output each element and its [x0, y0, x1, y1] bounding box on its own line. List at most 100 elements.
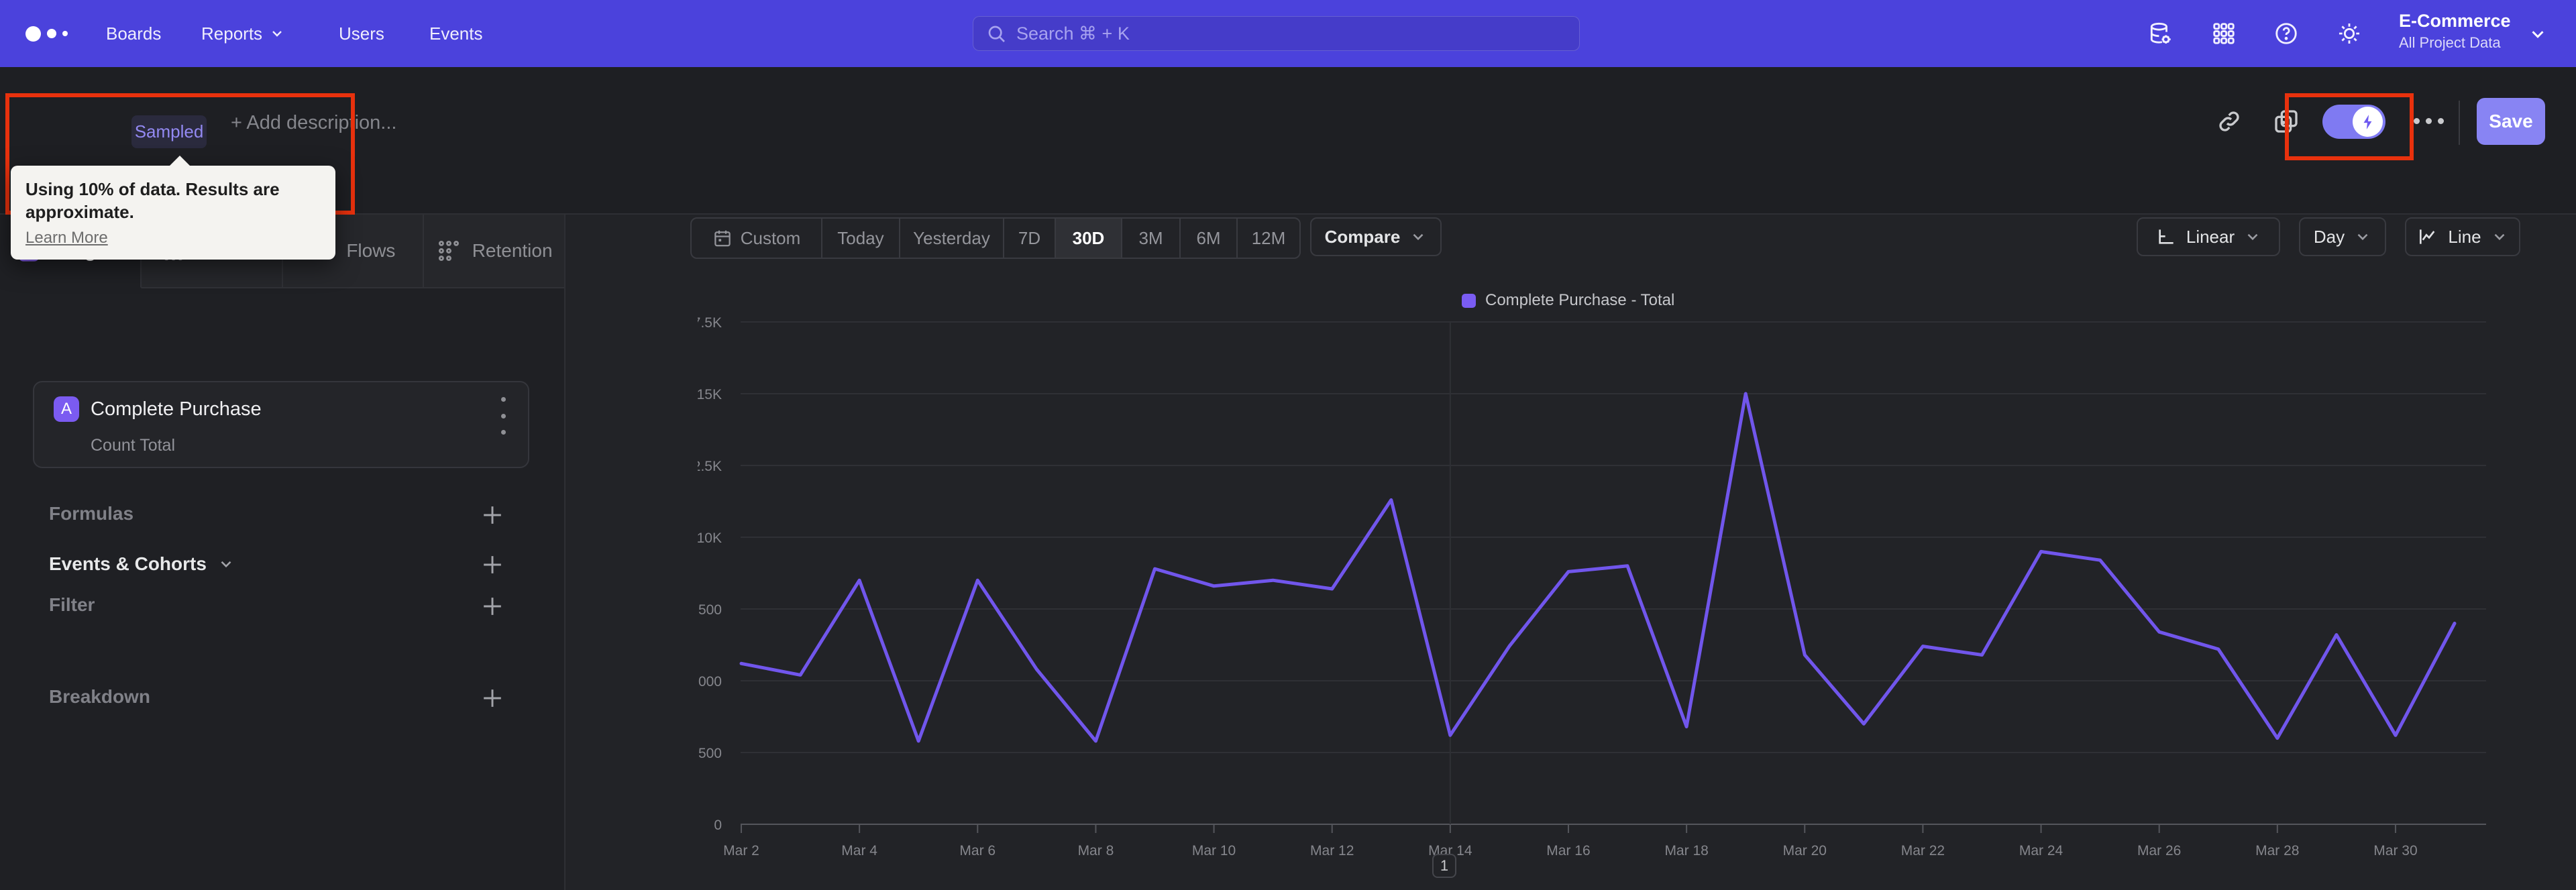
legend-label: Complete Purchase - Total: [1485, 291, 1675, 309]
chart-legend[interactable]: Complete Purchase - Total: [1462, 291, 1674, 310]
data-management-icon[interactable]: [2147, 21, 2173, 46]
event-kebab-menu[interactable]: [500, 397, 506, 435]
add-formulas-button[interactable]: [478, 500, 507, 530]
x-axis-label: Mar 18: [1664, 843, 1708, 858]
event-letter-badge: A: [54, 396, 79, 422]
line-chart-icon: [2417, 226, 2438, 247]
axis-scale-icon: [2155, 226, 2177, 247]
calendar-icon: [712, 228, 733, 248]
add-description-field[interactable]: + Add description...: [231, 112, 396, 134]
scale-label: Linear: [2186, 226, 2235, 247]
x-axis-label: Mar 6: [959, 843, 996, 858]
nav-item-reports[interactable]: Reports: [201, 0, 285, 67]
x-axis-label: Mar 20: [1783, 843, 1827, 858]
event-card[interactable]: A Complete Purchase Count Total: [33, 381, 529, 468]
search-input[interactable]: Search ⌘ + K: [973, 16, 1580, 51]
nav-item-label: Events: [429, 23, 483, 44]
event-name[interactable]: Complete Purchase: [91, 398, 262, 421]
save-button[interactable]: Save: [2477, 98, 2545, 145]
range-7d[interactable]: 7D: [1004, 219, 1056, 258]
section-label-formulas: Formulas: [49, 503, 134, 524]
legend-swatch: [1462, 293, 1476, 308]
tab-retention[interactable]: Retention: [424, 215, 564, 288]
range-label: 6M: [1196, 227, 1221, 248]
add-event-button[interactable]: [478, 550, 507, 579]
y-axis-label: 17.5K: [698, 315, 722, 331]
add-breakdown-button[interactable]: [478, 683, 507, 713]
tooltip-text: Using 10% of data. Results are approxima…: [25, 179, 280, 222]
pagination-page-1[interactable]: 1: [1432, 854, 1456, 878]
x-axis-label: Mar 2: [723, 843, 759, 858]
nav-item-users[interactable]: Users: [339, 0, 384, 67]
compare-button[interactable]: Compare: [1310, 217, 1442, 256]
nav-item-label: Users: [339, 23, 384, 44]
share-link-icon[interactable]: [2216, 108, 2243, 135]
y-axis-label: 12.5K: [698, 459, 722, 474]
series-line-complete-purchase[interactable]: [739, 392, 2457, 743]
mixpanel-logo-icon[interactable]: [25, 0, 68, 67]
range-12m[interactable]: 12M: [1238, 219, 1299, 258]
search-placeholder: Search ⌘ + K: [1016, 23, 1130, 44]
range-label: Today: [837, 227, 884, 248]
range-label: 3M: [1138, 227, 1163, 248]
range-custom[interactable]: Custom: [692, 219, 822, 258]
nav-item-events[interactable]: Events: [429, 0, 483, 67]
range-today[interactable]: Today: [822, 219, 900, 258]
x-axis-label: Mar 12: [1310, 843, 1354, 858]
top-nav: Boards Reports Users Events Search ⌘ + K E-…: [0, 0, 2576, 67]
event-metric[interactable]: Count Total: [91, 436, 175, 455]
chevron-down-icon: [2491, 228, 2508, 245]
x-axis-label: Mar 4: [841, 843, 877, 858]
nav-item-label: Reports: [201, 23, 263, 44]
settings-gear-icon[interactable]: [2337, 21, 2362, 46]
x-axis-label: Mar 26: [2137, 843, 2181, 858]
learn-more-link[interactable]: Learn More: [25, 229, 321, 247]
events-cohorts-header[interactable]: Events & Cohorts: [49, 553, 235, 575]
report-title-bar: Untitled: [0, 67, 2576, 215]
chart-type-dropdown[interactable]: Line: [2405, 217, 2520, 256]
x-axis-label: Mar 24: [2019, 843, 2063, 858]
tab-label: Flows: [346, 240, 396, 261]
apps-grid-icon[interactable]: [2211, 21, 2237, 46]
section-label-breakdown: Breakdown: [49, 686, 150, 707]
chevron-down-icon: [217, 555, 235, 573]
lightning-icon: [2353, 107, 2383, 137]
x-axis-label: Mar 8: [1078, 843, 1114, 858]
range-yesterday[interactable]: Yesterday: [900, 219, 1004, 258]
section-label-filter: Filter: [49, 594, 95, 615]
y-axis-label: 7,500: [698, 602, 722, 618]
project-chevron-down-icon: [2528, 24, 2548, 44]
line-chart[interactable]: 17.5K 15K 12.5K 10K 7,500 5,000 2,500 0Mar 2 Mar…: [698, 315, 2516, 862]
help-icon[interactable]: [2273, 21, 2299, 46]
interval-dropdown[interactable]: Day: [2299, 217, 2386, 256]
chart-type-label: Line: [2448, 226, 2481, 247]
add-filter-button[interactable]: [478, 592, 507, 621]
chevron-down-icon: [2244, 228, 2261, 245]
x-axis-label: Mar 10: [1192, 843, 1236, 858]
chevron-down-icon: [272, 31, 282, 37]
more-options-button[interactable]: [2414, 118, 2445, 126]
range-label: 30D: [1072, 227, 1105, 248]
y-axis-label: 10K: [698, 531, 722, 546]
tab-label: Retention: [472, 240, 553, 261]
add-to-board-icon[interactable]: [2273, 108, 2300, 135]
chevron-down-icon: [2354, 228, 2371, 245]
range-label: Custom: [740, 227, 801, 248]
y-axis-label: 15K: [698, 387, 722, 402]
range-6m[interactable]: 6M: [1181, 219, 1238, 258]
tooltip-arrow: [169, 156, 191, 166]
scale-dropdown[interactable]: Linear: [2137, 217, 2280, 256]
sampled-badge[interactable]: Sampled: [131, 115, 207, 148]
nav-item-boards[interactable]: Boards: [106, 0, 161, 67]
range-label: 12M: [1251, 227, 1286, 248]
date-range-control: Custom Today Yesterday 7D 30D 3M 6M 12M: [690, 217, 1301, 259]
x-axis-label: Mar 28: [2255, 843, 2299, 858]
compare-label: Compare: [1324, 226, 1401, 247]
search-icon: [985, 23, 1007, 44]
project-selector[interactable]: E-Commerce All Project Data: [2399, 11, 2511, 52]
range-30d[interactable]: 30D: [1056, 219, 1122, 258]
y-axis-label: 5,000: [698, 674, 722, 689]
chevron-down-icon: [1409, 228, 1427, 245]
sampling-toggle[interactable]: [2322, 105, 2385, 139]
range-3m[interactable]: 3M: [1122, 219, 1181, 258]
